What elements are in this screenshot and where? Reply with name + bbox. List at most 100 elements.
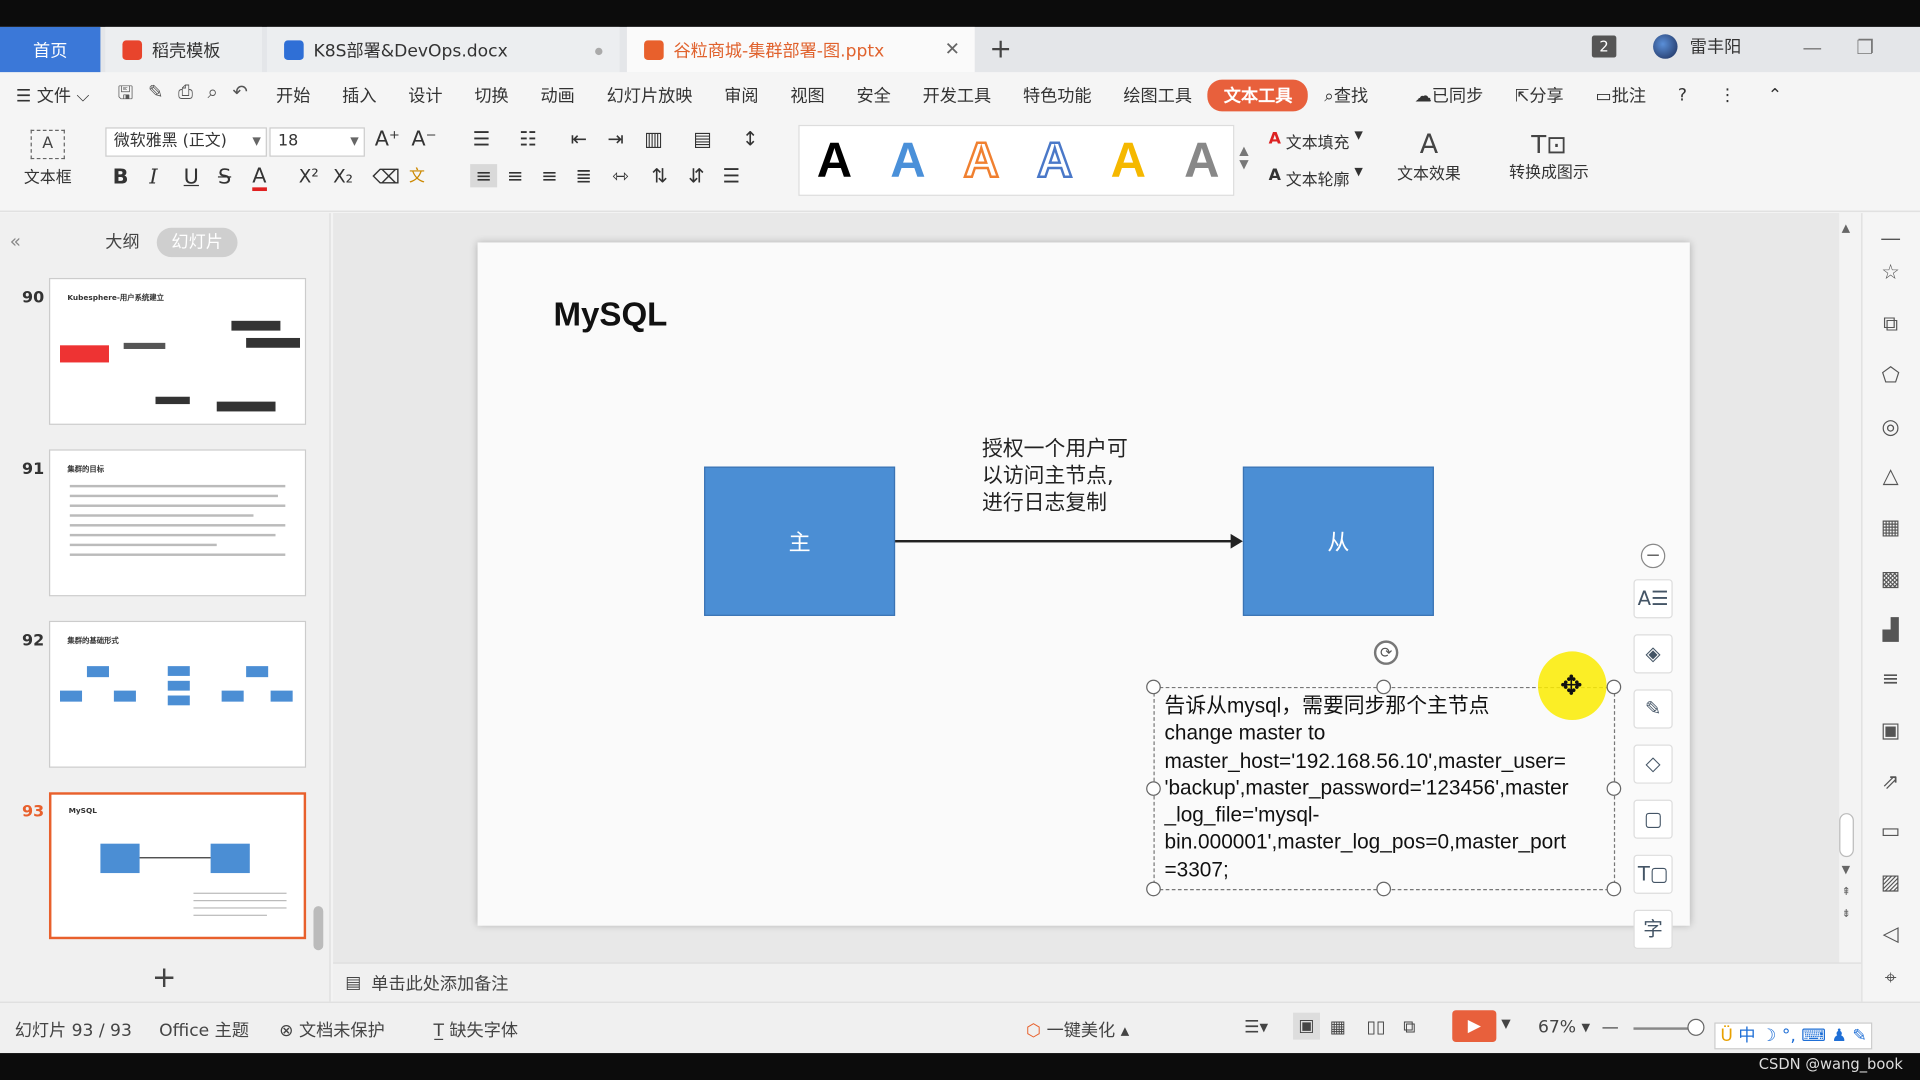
speaker-icon[interactable]: ◁ xyxy=(1877,921,1904,948)
superscript-icon[interactable]: X² xyxy=(299,165,319,187)
resize-handle[interactable] xyxy=(1606,881,1622,897)
undo-icon[interactable]: ↶ xyxy=(232,80,247,111)
normal-view-icon[interactable]: ▣ xyxy=(1293,1012,1321,1040)
collapse-float-toolbar-icon[interactable]: − xyxy=(1640,543,1666,569)
format-painter-icon[interactable]: ✎ xyxy=(148,80,163,111)
resize-handle[interactable] xyxy=(1146,881,1161,897)
layers-icon[interactable]: ◈ xyxy=(1633,634,1673,674)
tab-pptx[interactable]: 谷粒商城-集群部署-图.pptx ✕ xyxy=(626,26,975,73)
vertical-scrollbar[interactable]: ▲ ▼ ⇞ ⇟ xyxy=(1837,223,1857,933)
share-button[interactable]: ⇱分享 xyxy=(1499,83,1579,107)
help-icon[interactable]: ? xyxy=(1662,86,1703,106)
align-left-icon[interactable]: ≡ xyxy=(470,164,498,188)
font-name-select[interactable]: 微软雅黑 (正文) ▼ xyxy=(105,127,267,157)
resize-handle[interactable] xyxy=(1606,781,1622,796)
menu-item-text-tools[interactable]: 文本工具 xyxy=(1207,79,1309,112)
menu-item-6[interactable]: 审阅 xyxy=(708,83,774,107)
slave-node-box[interactable]: 从 xyxy=(1242,466,1434,616)
para-spacing-2-icon[interactable]: ⇵ xyxy=(688,164,704,187)
location-pin-icon[interactable]: ⌖ xyxy=(1877,965,1904,992)
style-blue[interactable]: A xyxy=(890,133,925,188)
restore-icon[interactable]: ❐ xyxy=(1856,35,1874,58)
chart-icon[interactable]: ▟ xyxy=(1877,617,1904,644)
menu-item-0[interactable]: 开始 xyxy=(260,83,326,107)
pen-icon[interactable]: ✎ xyxy=(1633,689,1673,729)
align-center-icon[interactable]: ≡ xyxy=(507,164,523,187)
presenter-icon[interactable]: ⧉ xyxy=(1403,1018,1415,1038)
ime-toolbar[interactable]: Ü 中 ☽ °, ⌨ ♟ ✎ xyxy=(1714,1022,1873,1050)
resize-handle[interactable] xyxy=(1146,679,1161,695)
chevron-down-icon[interactable]: ▼ xyxy=(1501,1018,1510,1031)
text-effect-button[interactable]: A 文本效果 xyxy=(1389,130,1470,184)
shrink-font-icon[interactable]: A⁻ xyxy=(411,127,436,151)
panel-scrollbar[interactable] xyxy=(313,906,324,951)
file-menu[interactable]: ☰ 文件 ⌵ xyxy=(0,83,105,107)
prev-slide-icon[interactable]: ⇞ xyxy=(1842,887,1851,899)
scroll-down-icon[interactable]: ▼ xyxy=(1842,864,1850,876)
theme-name[interactable]: Office 主题 xyxy=(159,1018,249,1042)
font-color-button[interactable]: A xyxy=(252,165,267,192)
notes-placeholder[interactable]: 单击此处添加备注 xyxy=(371,970,508,994)
slide-sorter-icon[interactable]: ▦ xyxy=(1330,1018,1346,1038)
italic-button[interactable]: I xyxy=(149,165,157,189)
comment-button[interactable]: ▭批注 xyxy=(1580,83,1662,107)
slide-thumbnail-93[interactable]: MySQL xyxy=(48,792,307,940)
menu-lines-icon[interactable]: — xyxy=(1877,225,1904,252)
user-name[interactable]: 雷丰阳 xyxy=(1690,34,1741,58)
bold-button[interactable]: B xyxy=(113,165,129,189)
resize-handle[interactable] xyxy=(1146,781,1161,796)
avatar[interactable] xyxy=(1653,34,1678,59)
grid-icon[interactable]: ▩ xyxy=(1877,566,1904,593)
paragraph-icon[interactable]: ☰ xyxy=(722,164,740,187)
scroll-up-icon[interactable]: ▲ xyxy=(1842,223,1850,235)
menu-item-3[interactable]: 切换 xyxy=(458,83,524,107)
outline-icon[interactable]: ▢ xyxy=(1633,799,1673,839)
selected-textbox[interactable]: 告诉从mysql，需要同步那个主节点 change master to mast… xyxy=(1153,686,1616,891)
menu-item-4[interactable]: 动画 xyxy=(525,83,591,107)
add-slide-button[interactable]: + xyxy=(152,960,177,994)
menu-item-1[interactable]: 插入 xyxy=(326,83,392,107)
style-yellow[interactable]: A xyxy=(1111,133,1146,188)
text-format-icon[interactable]: A☰ xyxy=(1633,579,1673,619)
print-preview-icon[interactable]: ⌕ xyxy=(207,80,217,111)
tab-docx[interactable]: K8S部署&DevOps.docx xyxy=(266,26,620,73)
save-icon[interactable]: 🖫 xyxy=(118,80,134,111)
align-right-icon[interactable]: ≡ xyxy=(541,164,557,187)
replication-arrow[interactable] xyxy=(895,540,1234,543)
style-gray[interactable]: A xyxy=(1184,133,1219,188)
distribute-icon[interactable]: ⇿ xyxy=(612,164,628,187)
textbox-content[interactable]: 告诉从mysql，需要同步那个主节点 change master to mast… xyxy=(1164,693,1568,884)
tab-slides[interactable]: 幻灯片 xyxy=(156,227,238,258)
notes-bar[interactable]: ▤ 单击此处添加备注 xyxy=(333,962,1862,1002)
para-spacing-icon[interactable]: ⇅ xyxy=(651,164,667,187)
menu-item-9[interactable]: 开发工具 xyxy=(907,83,1007,107)
slide-thumbnail-92[interactable]: 集群的基础形式 xyxy=(48,620,307,768)
style-orange-outline[interactable]: A xyxy=(962,132,1000,188)
beautify-button[interactable]: ⬡ 一键美化 ▴ xyxy=(1026,1018,1129,1042)
shape-icon[interactable]: ⬠ xyxy=(1877,362,1904,389)
menu-item-10[interactable]: 特色功能 xyxy=(1007,83,1107,107)
increase-indent-icon[interactable]: ⇥ xyxy=(607,127,623,150)
slide-thumbnail-90[interactable]: Kubesphere-用户系统建立 xyxy=(48,277,307,425)
play-slideshow-button[interactable]: ▶ xyxy=(1452,1010,1497,1043)
column-icon[interactable]: ▥ xyxy=(644,127,663,150)
convert-smartart-button[interactable]: T⊡ 转换成图示 xyxy=(1499,130,1599,183)
notes-toggle-icon[interactable]: ☰▾ xyxy=(1244,1018,1268,1038)
location-icon[interactable]: ◎ xyxy=(1877,414,1904,441)
menu-item-8[interactable]: 安全 xyxy=(841,83,907,107)
menu-item-5[interactable]: 幻灯片放映 xyxy=(591,83,709,107)
picture-icon[interactable]: ▨ xyxy=(1877,869,1904,896)
settings-sliders-icon[interactable]: ≡ xyxy=(1877,666,1904,693)
text-fill-button[interactable]: A 文本填充 ▼ xyxy=(1269,130,1363,153)
menu-item-11[interactable]: 绘图工具 xyxy=(1107,83,1207,107)
line-spacing-icon[interactable]: ↕ xyxy=(742,127,758,150)
zoom-out-icon[interactable]: — xyxy=(1602,1018,1619,1038)
grow-font-icon[interactable]: A⁺ xyxy=(375,127,400,151)
image-gallery-icon[interactable]: ▣ xyxy=(1877,718,1904,745)
zoom-level[interactable]: 67% ▾ xyxy=(1538,1018,1590,1038)
text-outline-button[interactable]: A 文本轮廓 ▼ xyxy=(1269,167,1363,190)
tab-docer[interactable]: 稻壳模板 xyxy=(105,26,263,73)
numbered-list-icon[interactable]: ☷ xyxy=(519,127,537,150)
close-icon[interactable]: ✕ xyxy=(945,38,960,60)
rotate-handle-icon[interactable]: ⟳ xyxy=(1373,640,1399,665)
